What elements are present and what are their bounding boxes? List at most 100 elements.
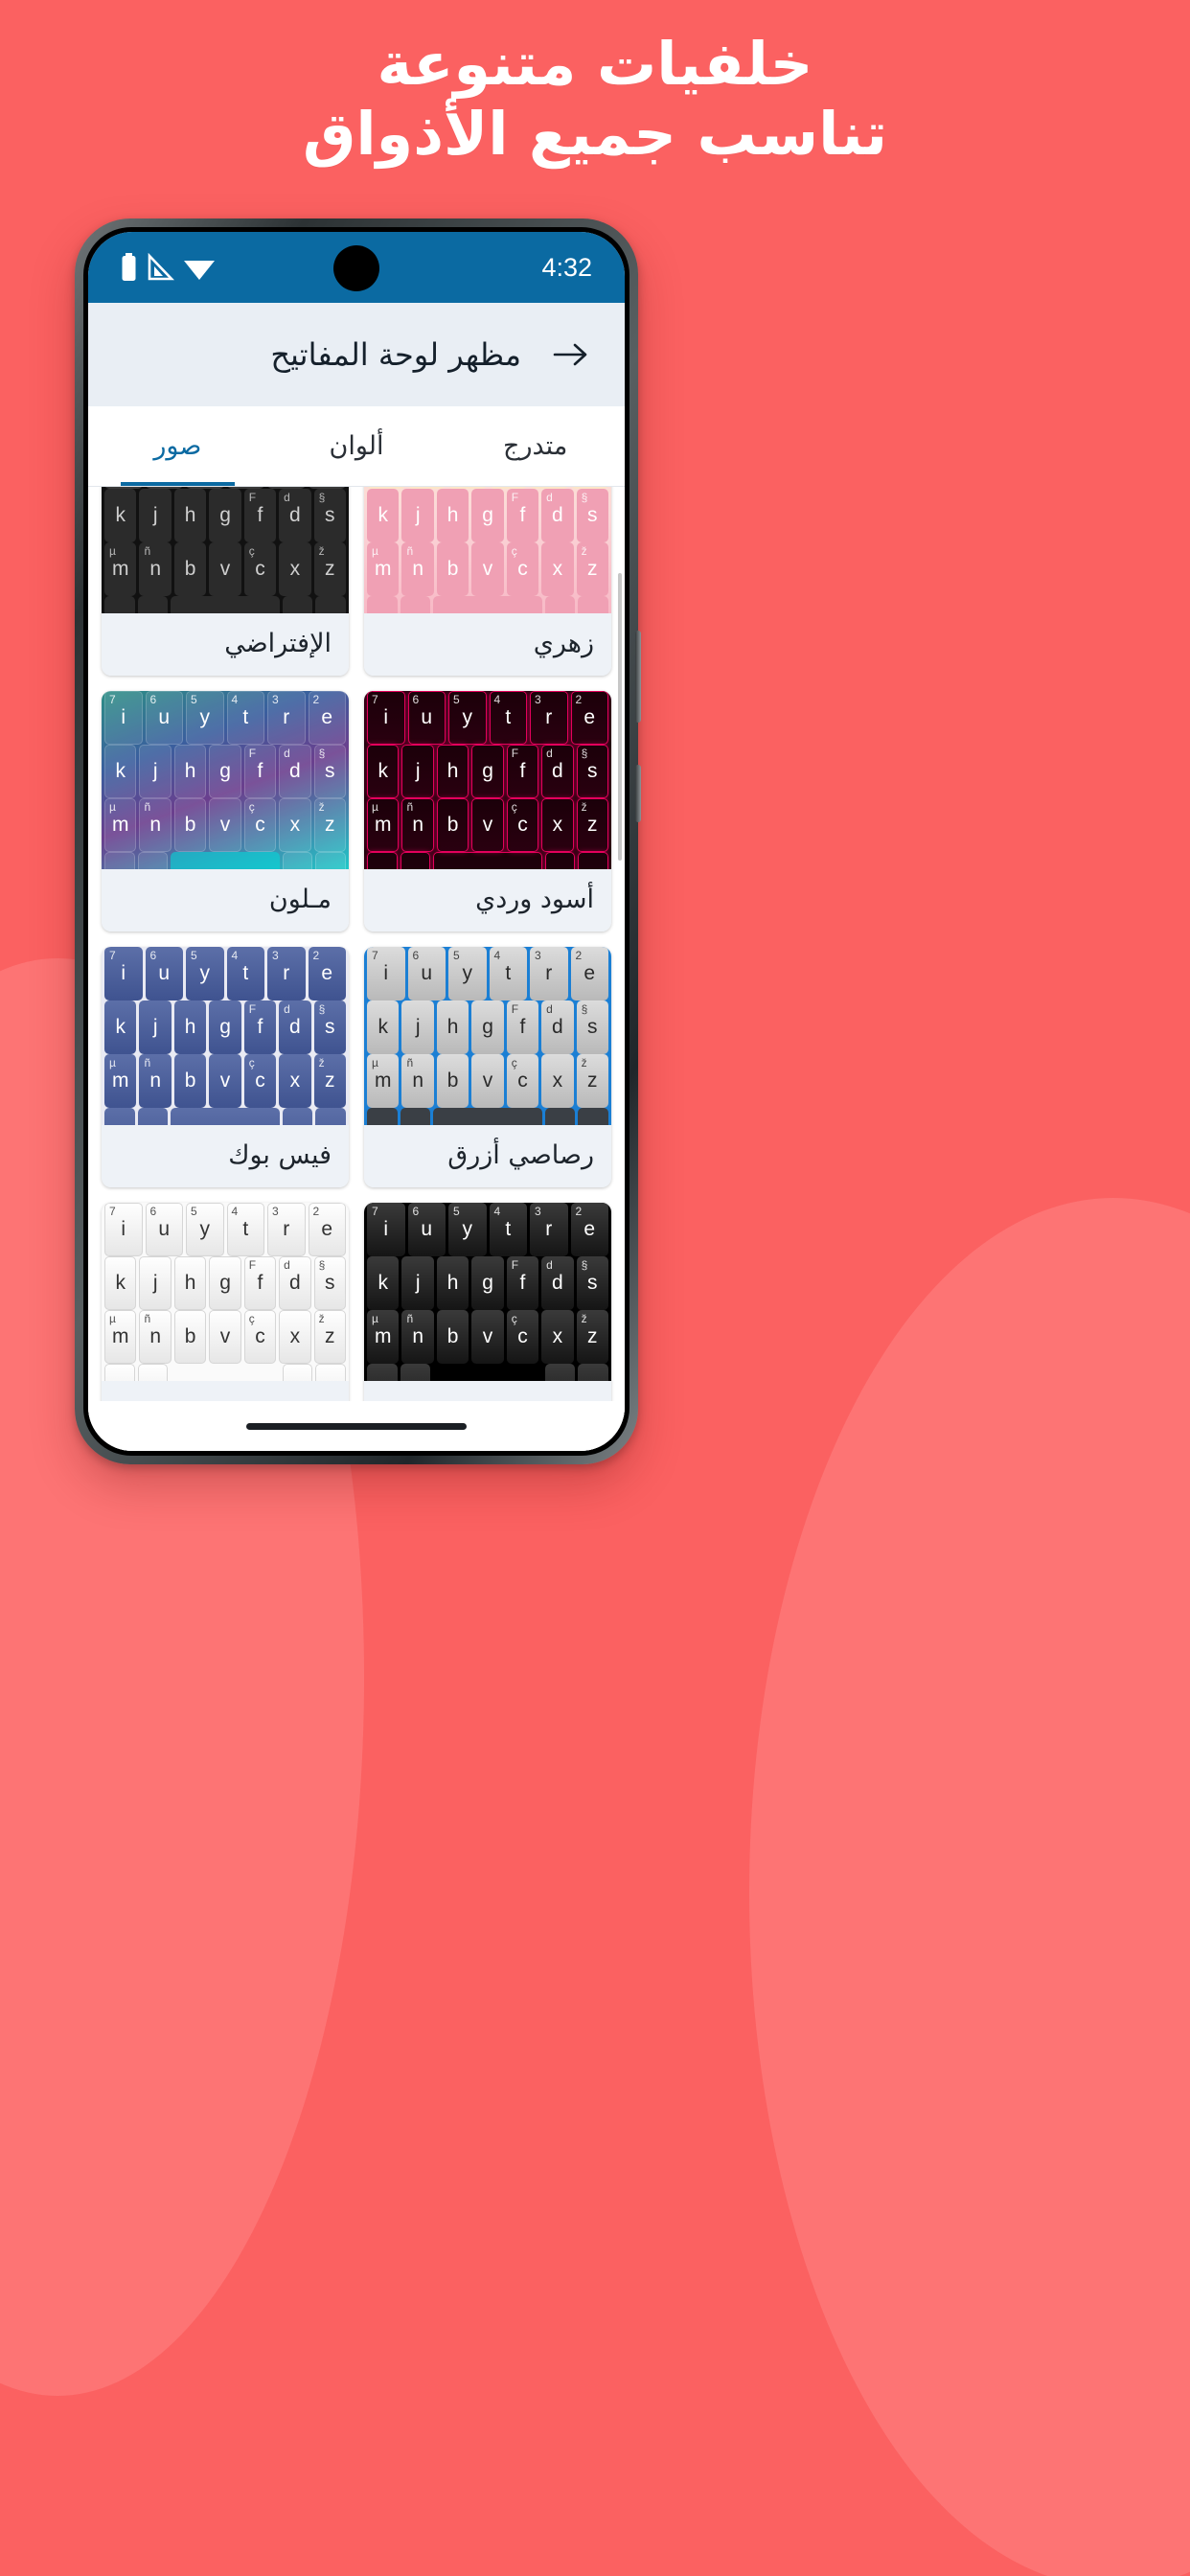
keyboard-key-◉: ◉ bbox=[578, 1108, 608, 1125]
key-label: 😀 bbox=[370, 1380, 394, 1382]
keyboard-key-m: µm bbox=[104, 542, 137, 596]
key-superscript: 6 bbox=[412, 949, 420, 962]
key-label: y bbox=[462, 1218, 473, 1240]
key-label: ◉ bbox=[322, 868, 338, 870]
theme-card[interactable]: 2e3r4t5y6u7i§sddFfghjkžzxçcvbñnµm◉,◄ Eng… bbox=[102, 691, 349, 932]
key-label: r bbox=[545, 962, 553, 984]
keyboard-key-b: b bbox=[436, 1054, 469, 1108]
key-label: 📋 bbox=[141, 1380, 165, 1382]
keyboard-key-j: j bbox=[401, 745, 434, 798]
key-label: g bbox=[219, 1272, 231, 1294]
keyboard-key-u: 6u bbox=[407, 947, 446, 1000]
keyboard-row: žzxçcvbñnµm bbox=[102, 1310, 349, 1364]
key-label: ◉ bbox=[322, 612, 338, 614]
keyboard-key-,: , bbox=[282, 596, 313, 613]
tab-images[interactable]: صور bbox=[88, 406, 267, 486]
theme-card[interactable]: 2e3r4t5y6u7i§sddFfghjkžzxçcvbñnµm◉,◄ Eng… bbox=[364, 1203, 611, 1414]
space-key-language-label: ◄ English ► bbox=[435, 867, 540, 870]
key-label: s bbox=[325, 1016, 335, 1038]
navigation-gesture-bar[interactable] bbox=[88, 1401, 625, 1451]
key-superscript: § bbox=[318, 1258, 326, 1272]
key-label: b bbox=[184, 558, 196, 580]
headline-line-1: خلفيات متنوعة bbox=[377, 29, 813, 99]
phone-mockup: 4:32 مظهر لوحة المفاتيح متدرج ألوان صور … bbox=[75, 218, 641, 1464]
key-label: i bbox=[383, 706, 389, 728]
volume-button[interactable] bbox=[635, 765, 641, 822]
keyboard-key-y: 5y bbox=[186, 1203, 224, 1256]
keyboard-row: § s d d Ff g h j k bbox=[364, 1000, 611, 1054]
keyboard-key-s: § s bbox=[313, 1000, 346, 1054]
space-key-language-label: ◄ English ► bbox=[435, 611, 540, 614]
key-label: u bbox=[158, 706, 171, 728]
key-superscript: 4 bbox=[231, 949, 239, 962]
keyboard-preview: 2e3r4t5y6u7i§sddFfghjkžzxçcvbñnµm◉,◄ Eng… bbox=[364, 947, 611, 1125]
key-superscript: 3 bbox=[535, 693, 541, 706]
key-superscript: ñ bbox=[406, 800, 414, 814]
keyboard-row: žzxçcvbñnµm bbox=[364, 542, 611, 596]
keyboard-key-v: v bbox=[471, 1054, 504, 1108]
theme-list[interactable]: 2e3r4t5y6u7i§sddFfghjkžzxçcvbñnµm◉,◄ Eng… bbox=[88, 487, 625, 1451]
keyboard-key-j: j bbox=[139, 745, 172, 798]
scrollbar[interactable] bbox=[618, 573, 622, 861]
space-key-language-label: ◄ English ► bbox=[172, 1123, 278, 1126]
key-superscript: µ bbox=[372, 800, 378, 814]
key-superscript: d bbox=[284, 747, 290, 760]
keyboard-key-f: Ff bbox=[506, 1256, 539, 1310]
keyboard-key-z: žz bbox=[576, 542, 608, 596]
key-label: d bbox=[552, 1272, 563, 1294]
key-label: x bbox=[552, 558, 563, 580]
key-label: n bbox=[149, 814, 162, 836]
keyboard-row: žzxçcvbñnµm bbox=[364, 798, 611, 852]
phone-screen: 4:32 مظهر لوحة المفاتيح متدرج ألوان صور … bbox=[88, 232, 625, 1451]
keyboard-row: 2e3r4t5y6u7i bbox=[102, 691, 349, 745]
key-label: m bbox=[112, 814, 129, 836]
key-label: g bbox=[482, 760, 493, 782]
theme-card[interactable]: 2e3r4t5y6u7i§sddFfghjkžzxçcvbñnµm◉,◄ Eng… bbox=[364, 487, 611, 676]
theme-card[interactable]: 2e3r4t5y6u7i§sddFfghjkžzxçcvbñnµm◉,◄ Eng… bbox=[364, 691, 611, 932]
power-button[interactable] bbox=[635, 631, 641, 723]
keyboard-key-z: žz bbox=[576, 1310, 608, 1364]
key-label: 📋 bbox=[403, 612, 427, 614]
keyboard-row: § s d d Ff g h j k bbox=[364, 489, 611, 542]
key-label: n bbox=[412, 558, 424, 580]
key-label: x bbox=[552, 814, 563, 836]
keyboard-key-c: çc bbox=[243, 1310, 277, 1364]
key-superscript: F bbox=[248, 1258, 257, 1272]
key-label: s bbox=[325, 504, 335, 526]
key-label: m bbox=[375, 814, 392, 836]
keyboard-key-◉: ◉ bbox=[578, 852, 608, 869]
home-indicator[interactable] bbox=[246, 1422, 467, 1430]
key-label: 😀 bbox=[107, 868, 131, 870]
keyboard-key-z: žz bbox=[313, 1310, 346, 1364]
theme-card[interactable]: 2e3r4t5y6u7i§sddFfghjkžzxçcvbñnµm◉,◄ Eng… bbox=[102, 487, 349, 676]
app-bar: مظهر لوحة المفاتيح bbox=[88, 303, 625, 406]
keyboard-key-j: j bbox=[139, 1256, 172, 1310]
theme-card[interactable]: 2e3r4t5y6u7i§sddFfghjkžzxçcvbñnµm◉,◄ Eng… bbox=[364, 947, 611, 1187]
key-label: , bbox=[295, 1380, 301, 1381]
key-label: m bbox=[375, 1070, 392, 1092]
keyboard-row: ◉, ◄ English ► 📋 😀 bbox=[102, 852, 349, 869]
keyboard-key-😀: 😀 bbox=[367, 852, 398, 869]
theme-card[interactable]: 2e3r4t5y6u7i§sddFfghjkžzxçcvbñnµm◉,◄ Eng… bbox=[102, 1203, 349, 1414]
key-superscript: 7 bbox=[109, 949, 116, 962]
keyboard-key-e: 2e bbox=[570, 1203, 608, 1256]
keyboard-row: § s d d Ff g h j k bbox=[102, 489, 349, 542]
key-label: j bbox=[415, 1272, 421, 1294]
arrow-right-icon[interactable] bbox=[550, 334, 592, 376]
keyboard-key-h: h bbox=[436, 489, 469, 542]
space-key-language-label: ◄ English ► bbox=[435, 1379, 540, 1382]
keyboard-space-key: ◄ English ► bbox=[171, 596, 280, 613]
key-label: ◉ bbox=[322, 1380, 338, 1382]
keyboard-row: žzxçcvbñnµm bbox=[364, 1310, 611, 1364]
theme-card[interactable]: 2e3r4t5y6u7i§sddFfghjkžzxçcvbñnµm◉,◄ Eng… bbox=[102, 947, 349, 1187]
keyboard-key-m: µm bbox=[367, 1310, 400, 1364]
keyboard-key-s: § s bbox=[576, 489, 608, 542]
key-label: j bbox=[152, 760, 158, 782]
tab-gradient[interactable]: متدرج bbox=[446, 406, 625, 486]
keyboard-key-z: žz bbox=[313, 542, 346, 596]
tab-colors[interactable]: ألوان bbox=[267, 406, 446, 486]
key-label: j bbox=[152, 1272, 158, 1294]
keyboard-row: 2e3r4t5y6u7i bbox=[364, 1203, 611, 1256]
key-label: 📋 bbox=[403, 1380, 427, 1382]
keyboard-key-b: b bbox=[436, 798, 469, 852]
